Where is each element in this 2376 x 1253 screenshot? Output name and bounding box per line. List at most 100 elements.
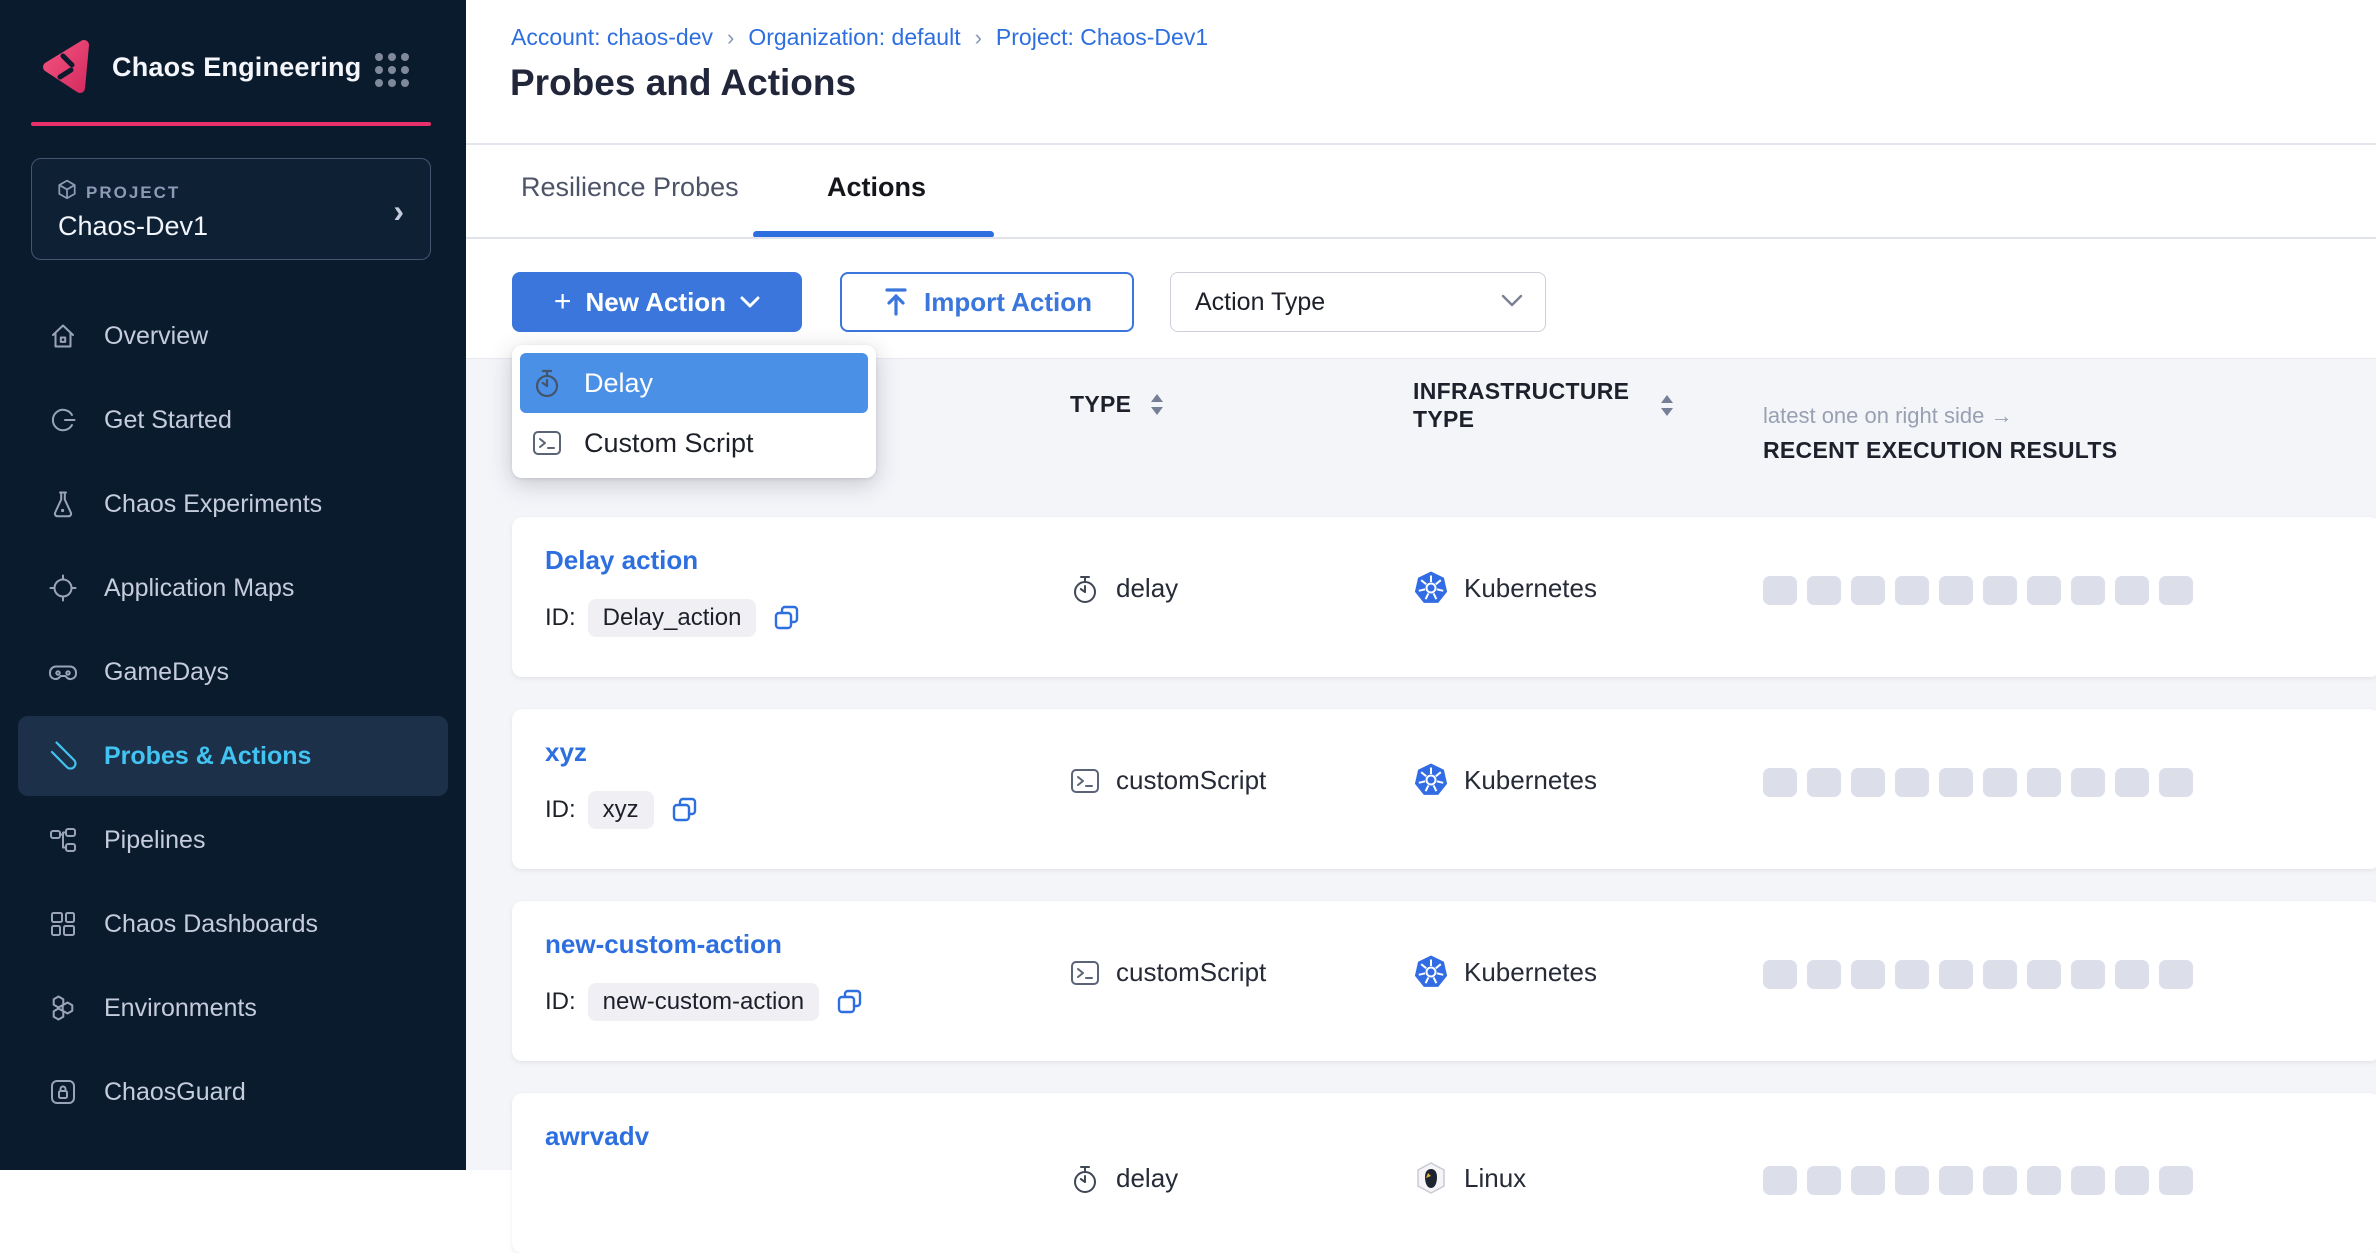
- action-name-link[interactable]: new-custom-action: [545, 929, 782, 960]
- breadcrumb-account-link[interactable]: Account: chaos-dev: [511, 24, 713, 50]
- sidebar-item-label: Pipelines: [104, 826, 205, 855]
- table-row: new-custom-action ID: new-custom-action …: [512, 901, 2376, 1061]
- sidebar-item-chaosguard[interactable]: ChaosGuard: [18, 1052, 448, 1132]
- action-id-value: Delay_action: [588, 599, 757, 637]
- terminal-icon: [532, 428, 562, 458]
- result-placeholder-square: [2115, 1166, 2149, 1195]
- cube-icon: [56, 179, 78, 201]
- execution-results-placeholder: [1763, 576, 2193, 605]
- sidebar-item-label: Environments: [104, 994, 257, 1023]
- sidebar-item-chaos-experiments[interactable]: Chaos Experiments: [18, 464, 448, 544]
- sidebar-item-label: Chaos Dashboards: [104, 910, 318, 939]
- result-placeholder-square: [1895, 1166, 1929, 1195]
- sidebar-item-overview[interactable]: Overview: [18, 296, 448, 376]
- result-placeholder-square: [2027, 768, 2061, 797]
- result-placeholder-square: [2027, 576, 2061, 605]
- copy-icon[interactable]: [772, 604, 800, 632]
- terminal-icon: [1070, 766, 1100, 796]
- new-action-button[interactable]: + New Action: [512, 272, 802, 332]
- breadcrumb: Account: chaos-dev›Organization: default…: [511, 24, 1208, 51]
- result-placeholder-square: [2159, 1166, 2193, 1195]
- brand-accent-divider: [31, 122, 431, 126]
- menu-item-custom-script[interactable]: Custom Script: [520, 413, 868, 473]
- stopwatch-icon: [1070, 1164, 1100, 1194]
- result-placeholder-square: [1807, 576, 1841, 605]
- sidebar-item-probes-and-actions[interactable]: Probes & Actions: [18, 716, 448, 796]
- result-placeholder-square: [1807, 768, 1841, 797]
- result-placeholder-square: [2159, 960, 2193, 989]
- sidebar-item-chaos-dashboards[interactable]: Chaos Dashboards: [18, 884, 448, 964]
- sort-icon[interactable]: [1659, 393, 1675, 418]
- result-placeholder-square: [2159, 768, 2193, 797]
- sidebar-item-label: Get Started: [104, 406, 232, 435]
- breadcrumb-organization-link[interactable]: Organization: default: [748, 24, 960, 50]
- result-placeholder-square: [1763, 960, 1797, 989]
- plus-icon: +: [554, 285, 572, 319]
- sidebar-item-gamedays[interactable]: GameDays: [18, 632, 448, 712]
- id-label: ID:: [545, 988, 576, 1016]
- kubernetes-icon: [1414, 955, 1448, 989]
- breadcrumb-project-link[interactable]: Project: Chaos-Dev1: [996, 24, 1208, 50]
- infra-value: Linux: [1464, 1163, 1526, 1194]
- execution-results-placeholder: [1763, 960, 2193, 989]
- sidebar-item-get-started[interactable]: Get Started: [18, 380, 448, 460]
- lock-icon: [48, 1077, 78, 1107]
- app-switcher-icon[interactable]: [374, 52, 410, 88]
- sidebar-item-label: Probes & Actions: [104, 742, 311, 771]
- result-placeholder-square: [1895, 960, 1929, 989]
- result-placeholder-square: [1807, 960, 1841, 989]
- copy-icon[interactable]: [670, 796, 698, 824]
- terminal-icon: [1070, 958, 1100, 988]
- result-placeholder-square: [1763, 768, 1797, 797]
- sidebar-item-label: Overview: [104, 322, 208, 351]
- sidebar-item-pipelines[interactable]: Pipelines: [18, 800, 448, 880]
- test-tube-icon: [48, 741, 78, 771]
- sidebar-item-label: GameDays: [104, 658, 229, 687]
- tab-resilience-probes[interactable]: Resilience Probes: [521, 172, 739, 203]
- copy-icon[interactable]: [835, 988, 863, 1016]
- result-placeholder-square: [1939, 960, 1973, 989]
- page-title: Probes and Actions: [510, 62, 856, 104]
- action-name-link[interactable]: xyz: [545, 737, 587, 768]
- result-placeholder-square: [1939, 768, 1973, 797]
- column-header-recent-execution-results: RECENT EXECUTION RESULTS: [1763, 437, 2117, 464]
- action-type-select[interactable]: Action Type: [1170, 272, 1546, 332]
- sidebar-item-environments[interactable]: Environments: [18, 968, 448, 1048]
- action-name-link[interactable]: awrvadv: [545, 1121, 649, 1152]
- action-name-link[interactable]: Delay action: [545, 545, 698, 576]
- get-started-icon: [48, 405, 78, 435]
- sidebar-item-label: Application Maps: [104, 574, 294, 603]
- project-label: PROJECT: [86, 183, 180, 203]
- result-placeholder-square: [1983, 1166, 2017, 1195]
- tab-actions[interactable]: Actions: [827, 172, 926, 203]
- result-placeholder-square: [1895, 576, 1929, 605]
- result-placeholder-square: [1983, 960, 2017, 989]
- tabs-divider: [466, 237, 2376, 239]
- project-selector[interactable]: PROJECT Chaos-Dev1 ›: [31, 158, 431, 260]
- sort-icon[interactable]: [1149, 392, 1165, 417]
- type-value: customScript: [1116, 957, 1266, 988]
- id-label: ID:: [545, 604, 576, 632]
- action-id-value: xyz: [588, 791, 654, 829]
- import-action-button[interactable]: Import Action: [840, 272, 1134, 332]
- chevron-down-icon: [1501, 294, 1523, 308]
- table-row: xyz ID: xyz customScript Kubernetes: [512, 709, 2376, 869]
- result-placeholder-square: [1807, 1166, 1841, 1195]
- result-placeholder-square: [2159, 576, 2193, 605]
- result-placeholder-square: [1983, 576, 2017, 605]
- hexagons-icon: [48, 993, 78, 1023]
- column-header-type: TYPE: [1070, 391, 1131, 418]
- results-hint: latest one on right side →: [1763, 403, 2012, 429]
- sidebar-item-application-maps[interactable]: Application Maps: [18, 548, 448, 628]
- chevron-down-icon: [740, 296, 760, 309]
- result-placeholder-square: [2071, 1166, 2105, 1195]
- sidebar: Chaos Engineering PROJECT Chaos-Dev1 › O…: [0, 0, 466, 1170]
- table-row: Delay action ID: Delay_action delay Kube…: [512, 517, 2376, 677]
- table-row: awrvadv delay Linux: [512, 1093, 2376, 1253]
- result-placeholder-square: [1851, 1166, 1885, 1195]
- execution-results-placeholder: [1763, 768, 2193, 797]
- action-type-label: Action Type: [1195, 288, 1325, 317]
- column-header-infrastructure-type: INFRASTRUCTURE TYPE: [1413, 377, 1637, 433]
- menu-item-label: Custom Script: [584, 428, 754, 459]
- menu-item-delay[interactable]: Delay: [520, 353, 868, 413]
